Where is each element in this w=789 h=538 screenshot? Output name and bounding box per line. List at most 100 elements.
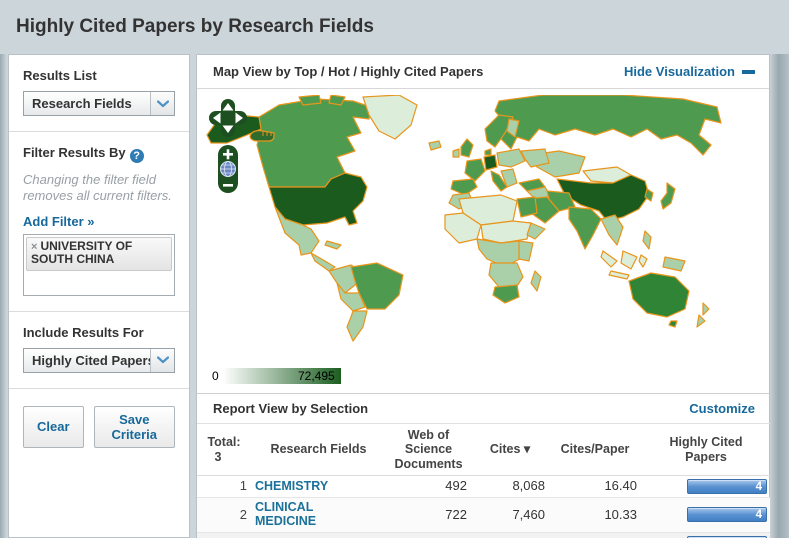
report-table: Total: 3 Research Fields Web of Science …: [197, 422, 771, 538]
country-ireland: [452, 148, 460, 158]
cites-per-paper-cell: 9.94: [549, 531, 641, 538]
field-cell: CLINICAL MEDICINE: [251, 497, 386, 533]
country-germany: [483, 154, 498, 171]
country-uk: [460, 138, 474, 158]
country-indonesia-sulawesi: [638, 254, 648, 268]
field-link[interactable]: CLINICAL MEDICINE: [255, 500, 347, 529]
criteria-sidebar: Results List Research Fields Filter Resu…: [8, 54, 190, 538]
country-new-guinea: [662, 256, 686, 272]
help-icon[interactable]: ?: [129, 149, 144, 163]
country-denmark: [484, 148, 492, 156]
field-cell: CHEMISTRY: [251, 476, 386, 498]
country-argentina-chile: [346, 310, 368, 342]
filter-note: Changing the filter field removes all cu…: [23, 172, 172, 204]
documents-cell: 722: [386, 497, 471, 533]
country-southern-africa: [488, 262, 524, 290]
hand-cursor-icon: [249, 129, 275, 142]
highly-cited-cell: 27: [641, 531, 771, 538]
zoom-out-icon: [223, 184, 233, 187]
country-central-america: [310, 252, 336, 272]
country-south-africa: [492, 284, 520, 304]
filter-section: Filter Results By? Changing the filter f…: [9, 131, 189, 311]
documents-cell: 492: [445, 478, 467, 494]
sort-descending-icon: ▾: [523, 442, 531, 457]
choropleth-legend: 0 72,495: [212, 368, 341, 384]
remove-filter-icon[interactable]: ×: [31, 241, 37, 253]
map-region: 0 72,495: [197, 89, 769, 393]
documents-cell: 3,303: [386, 531, 471, 538]
globe-icon: [220, 161, 236, 177]
world-map[interactable]: [203, 95, 755, 345]
hide-visualization-text: Hide Visualization: [623, 64, 735, 79]
results-list-value: Research Fields: [32, 96, 132, 111]
filter-tag-label: UNIVERSITY OF SOUTH CHINA: [31, 238, 133, 267]
country-iceland: [428, 140, 442, 151]
actions-section: Clear Save Criteria: [9, 387, 189, 463]
add-filter-link[interactable]: Add Filter »: [23, 214, 95, 229]
column-cites[interactable]: Cites ▾: [471, 422, 549, 477]
column-documents: Web of Science Documents: [386, 422, 471, 477]
map-view-header: Map View by Top / Hot / Highly Cited Pap…: [197, 55, 769, 89]
country-egypt: [516, 196, 538, 218]
country-greenland: [362, 95, 418, 140]
include-results-select[interactable]: Highly Cited Papers: [23, 347, 175, 373]
column-highly-cited: Highly Cited Papers: [641, 422, 771, 477]
filter-tag[interactable]: × UNIVERSITY OF SOUTH CHINA: [26, 236, 172, 272]
clear-button[interactable]: Clear: [23, 405, 84, 448]
map-view-title: Map View by Top / Hot / Highly Cited Pap…: [213, 64, 484, 79]
table-row: 2 CLINICAL MEDICINE 722 7,460 10.33 4: [197, 497, 771, 533]
pan-control: [209, 99, 247, 137]
content-area: Results List Research Fields Filter Resu…: [0, 54, 789, 538]
rank-cell: 1: [239, 478, 247, 494]
hide-visualization-link[interactable]: Hide Visualization: [624, 64, 755, 79]
chevron-down-icon: [150, 348, 174, 372]
filter-list-box[interactable]: × UNIVERSITY OF SOUTH CHINA: [23, 233, 175, 296]
country-indonesia-borneo: [620, 250, 638, 270]
legend-gradient-bar: 72,495: [222, 368, 341, 384]
country-madagascar: [530, 270, 542, 292]
country-france: [464, 158, 486, 182]
field-link[interactable]: CHEMISTRY: [255, 479, 328, 494]
filter-heading-text: Filter Results By: [23, 145, 126, 160]
save-criteria-button[interactable]: Save Criteria: [93, 405, 175, 448]
country-indonesia-java: [608, 270, 630, 280]
country-east-africa: [518, 240, 534, 262]
customize-link[interactable]: Customize: [689, 401, 755, 416]
table-row: 1 CHEMISTRY 492 8,068 16.40 4: [197, 476, 771, 498]
country-spain: [450, 178, 478, 196]
rank-cell: 0: [197, 531, 251, 538]
field-cell: ALL FIELDS: [251, 531, 386, 538]
table-header-row: Total: 3 Research Fields Web of Science …: [197, 422, 771, 477]
include-results-label: Include Results For: [23, 324, 144, 340]
country-india: [568, 206, 602, 250]
highly-cited-bar: 4: [687, 479, 767, 495]
column-cites-per-paper: Cites/Paper: [549, 422, 641, 477]
country-philippines: [642, 230, 652, 250]
country-australia: [628, 272, 690, 318]
country-ukraine: [520, 148, 550, 168]
results-list-section: Results List Research Fields: [9, 55, 189, 131]
cites-per-paper-cell: 16.40: [604, 478, 637, 494]
report-view-title: Report View by Selection: [213, 401, 369, 416]
country-indonesia-sumatra: [600, 250, 618, 268]
report-view-header: Report View by Selection Customize: [197, 393, 769, 423]
country-canada-arctic-1: [298, 95, 322, 106]
rank-cell: 2: [197, 497, 251, 533]
include-results-value: Highly Cited Papers: [32, 352, 155, 368]
legend-max: 72,495: [297, 369, 335, 383]
country-horn-of-africa: [526, 222, 546, 240]
results-list-label: Results List: [23, 68, 97, 83]
legend-min: 0: [212, 369, 219, 383]
main-panel: Map View by Top / Hot / Highly Cited Pap…: [196, 54, 771, 538]
country-thailand: [600, 214, 624, 246]
right-edge-shadow: [770, 54, 789, 538]
highly-cited-cell: 4: [641, 497, 771, 533]
map-controls[interactable]: [209, 99, 247, 195]
country-cuba: [324, 240, 342, 250]
country-sahel-sudan: [480, 220, 532, 244]
include-results-section: Include Results For Highly Cited Papers: [9, 310, 189, 388]
country-russia: [494, 95, 722, 156]
total-count: 3: [214, 449, 222, 464]
left-edge-shadow: [0, 54, 8, 538]
results-list-select[interactable]: Research Fields: [23, 91, 175, 116]
